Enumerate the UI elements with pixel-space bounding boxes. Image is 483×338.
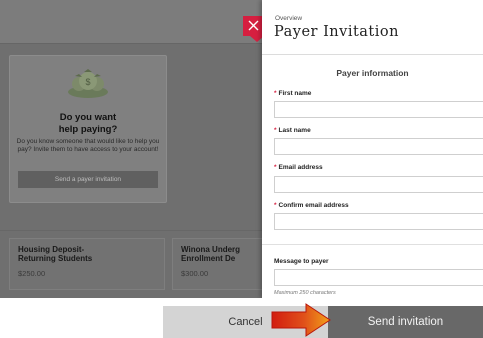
- svg-text:$: $: [85, 77, 90, 87]
- last-name-label: * Last name: [274, 127, 311, 134]
- item-title: Housing Deposit- Returning Students: [18, 245, 93, 263]
- divider: [0, 43, 262, 44]
- email-field[interactable]: [274, 176, 483, 193]
- arrow-right-icon: [271, 303, 331, 337]
- item-price: $300.00: [181, 269, 209, 278]
- message-field[interactable]: [274, 269, 483, 286]
- first-name-field[interactable]: [274, 101, 483, 118]
- close-button[interactable]: [243, 16, 264, 36]
- background-header: [0, 0, 262, 44]
- help-card-description: Do you know someone that would like to h…: [16, 138, 160, 153]
- confirm-email-field[interactable]: [274, 213, 483, 230]
- divider: [0, 230, 262, 231]
- money-bags-icon: $: [68, 69, 108, 98]
- list-item[interactable]: Winona Underg Enrollment De $300.00: [172, 238, 266, 290]
- item-title: Winona Underg Enrollment De: [181, 245, 241, 263]
- last-name-field[interactable]: [274, 138, 483, 155]
- required-mark: *: [274, 164, 277, 171]
- section-heading: Payer information: [336, 68, 409, 78]
- required-mark: *: [274, 127, 277, 134]
- help-card-title: Do you want help paying?: [58, 112, 118, 135]
- page-title: Payer Invitation: [274, 24, 399, 40]
- required-mark: *: [274, 202, 277, 209]
- email-label: * Email address: [274, 164, 323, 171]
- payer-invitation-panel: Overview Payer Invitation Payer informat…: [262, 0, 483, 298]
- confirm-email-label: * Confirm email address: [274, 202, 349, 209]
- divider: [262, 54, 483, 55]
- close-icon: [248, 20, 259, 31]
- breadcrumb: Overview: [275, 15, 303, 22]
- divider: [262, 244, 483, 245]
- help-paying-card: $ Do you want help paying? Do you know s…: [9, 55, 167, 203]
- send-payer-invitation-button[interactable]: Send a payer invitation: [18, 171, 158, 188]
- required-mark: *: [274, 90, 277, 97]
- list-item[interactable]: Housing Deposit- Returning Students $250…: [9, 238, 165, 290]
- first-name-label: * First name: [274, 90, 312, 97]
- item-price: $250.00: [18, 269, 46, 278]
- background-page: $ Do you want help paying? Do you know s…: [0, 0, 266, 298]
- message-label: Message to payer: [274, 258, 329, 265]
- message-hint: Maximum 250 characters: [274, 290, 336, 296]
- send-invitation-button[interactable]: Send invitation: [328, 306, 483, 338]
